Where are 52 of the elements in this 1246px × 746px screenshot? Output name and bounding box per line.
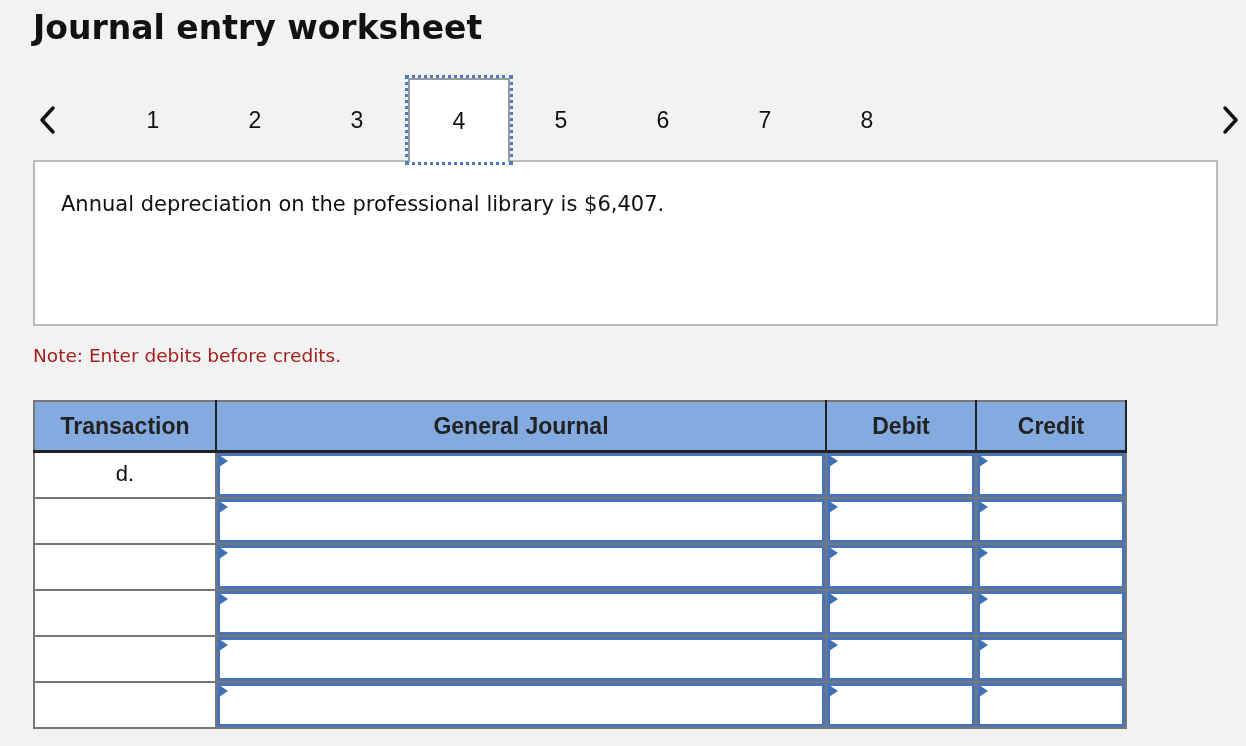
step-tab[interactable]: 3 [306,78,408,162]
triangle-marker-icon [219,455,228,467]
triangle-marker-icon [829,547,838,559]
triangle-marker-icon [979,593,988,605]
debit-field[interactable] [827,499,975,543]
credit-field[interactable] [977,591,1125,635]
triangle-marker-icon [979,639,988,651]
step-tab[interactable]: 2 [204,78,306,162]
step-tab[interactable]: 5 [510,78,612,162]
triangle-marker-icon [219,639,228,651]
triangle-marker-icon [979,501,988,513]
account-field[interactable] [217,453,825,497]
triangle-marker-icon [219,547,228,559]
triangle-marker-icon [979,455,988,467]
triangle-marker-icon [829,593,838,605]
account-field[interactable] [217,683,825,727]
account-field[interactable] [217,637,825,681]
triangle-marker-icon [219,593,228,605]
debit-field[interactable] [827,545,975,589]
triangle-marker-icon [829,501,838,513]
triangle-marker-icon [979,685,988,697]
triangle-marker-icon [979,547,988,559]
triangle-marker-icon [219,501,228,513]
triangle-marker-icon [829,455,838,467]
credit-field[interactable] [977,683,1125,727]
step-tab[interactable]: 8 [816,78,918,162]
triangle-marker-icon [219,685,228,697]
step-tab[interactable]: 6 [612,78,714,162]
step-tab[interactable]: 4 [408,78,510,162]
transaction-label: d. [115,461,135,486]
triangle-marker-icon [829,685,838,697]
general-journal-header: General Journal [216,401,826,452]
credit-header: Credit [976,401,1126,452]
triangle-marker-icon [829,639,838,651]
transaction-header: Transaction [34,401,216,452]
debit-header: Debit [826,401,976,452]
debit-field[interactable] [827,591,975,635]
account-field[interactable] [217,499,825,543]
debit-field[interactable] [827,453,975,497]
step-tab[interactable]: 7 [714,78,816,162]
question-text: Annual depreciation on the professional library is $6,407. [61,192,666,216]
instruction-note: Note: Enter debits before credits. [33,344,343,368]
credit-field[interactable] [977,499,1125,543]
debit-field[interactable] [827,683,975,727]
account-field[interactable] [217,591,825,635]
credit-field[interactable] [977,545,1125,589]
credit-field[interactable] [977,637,1125,681]
debit-field[interactable] [827,637,975,681]
worksheet-title: Journal entry worksheet [33,8,484,48]
credit-field[interactable] [977,453,1125,497]
step-tab[interactable]: 1 [102,78,204,162]
account-field[interactable] [217,545,825,589]
